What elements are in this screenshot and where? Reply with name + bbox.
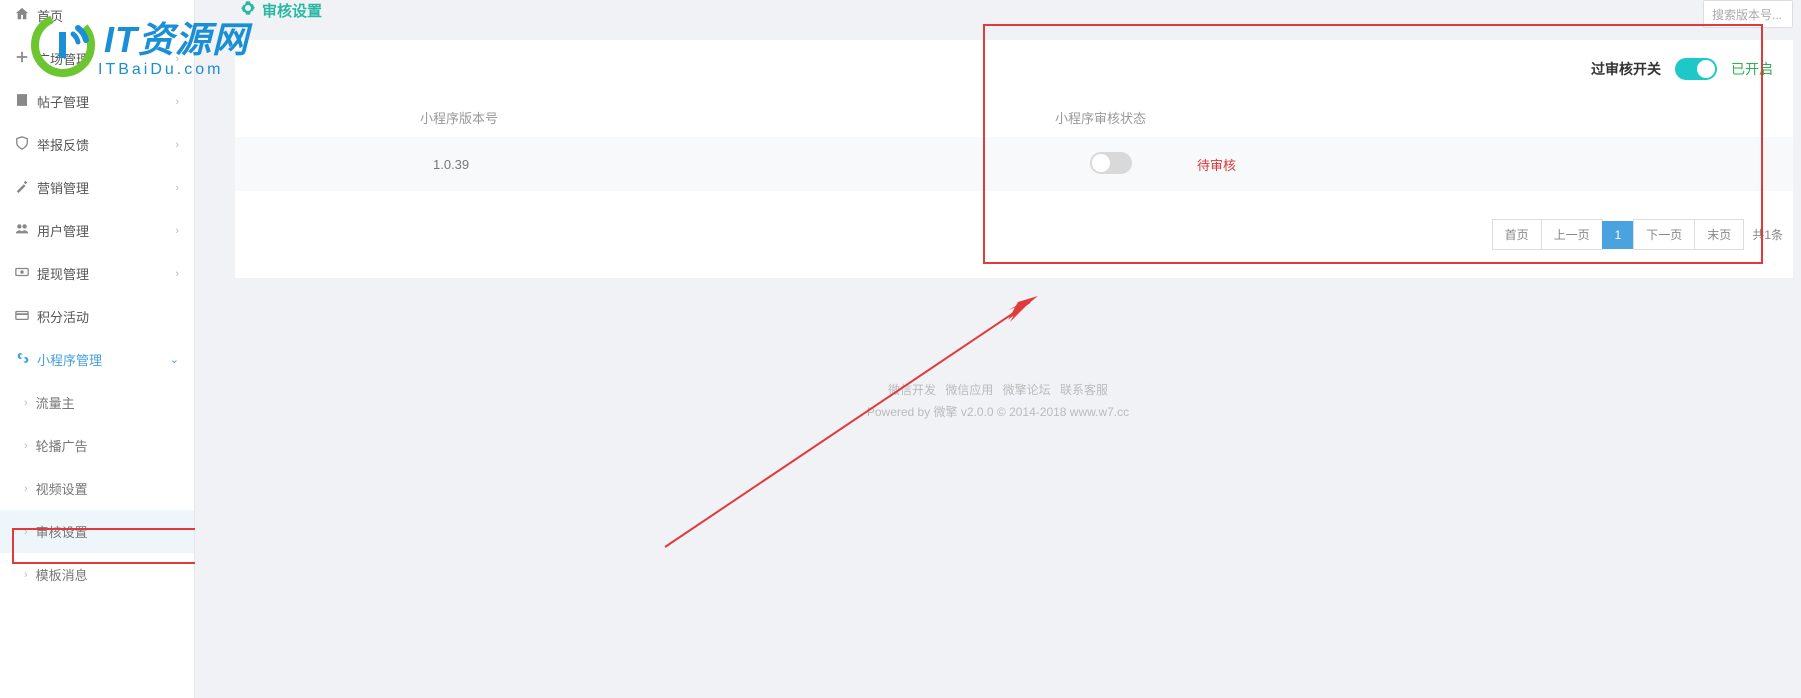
- sidebar-item-label: 积分活动: [37, 307, 179, 326]
- sidebar-sub-label: 审核设置: [36, 522, 88, 541]
- chevron-right-icon: ›: [175, 268, 179, 280]
- cell-status: 待审核: [1132, 155, 1236, 174]
- sidebar-item-users[interactable]: 用户管理 ›: [0, 209, 194, 252]
- footer-link[interactable]: 微擎论坛: [1003, 383, 1051, 397]
- chevron-down-icon: ⌄: [170, 353, 179, 366]
- sidebar-item-label: 提现管理: [37, 264, 175, 283]
- pager-next[interactable]: 下一页: [1633, 219, 1695, 250]
- pager-prev[interactable]: 上一页: [1541, 219, 1603, 250]
- audit-switch-label: 过审核开关: [1591, 59, 1661, 79]
- miniapp-icon: [15, 350, 37, 369]
- chevron-right-icon: ›: [175, 53, 179, 65]
- content-card: 过审核开关 已开启 小程序版本号 小程序审核状态 1.0.39 待审核 首页 上…: [235, 40, 1793, 278]
- table-row: 1.0.39 待审核: [235, 137, 1793, 191]
- main-content: 审核设置 搜索版本号... 过审核开关 已开启 小程序版本号 小程序审核状态 1…: [195, 0, 1801, 698]
- chevron-right-icon: ›: [24, 483, 28, 495]
- sidebar-item-label: 帖子管理: [37, 92, 175, 111]
- audit-switch-row: 过审核开关 已开启: [235, 40, 1793, 98]
- footer-link[interactable]: 联系客服: [1060, 383, 1108, 397]
- chevron-right-icon: ›: [175, 96, 179, 108]
- sidebar-sub-traffic[interactable]: › 流量主: [0, 381, 194, 424]
- chevron-right-icon: ›: [175, 225, 179, 237]
- footer-link[interactable]: 微信应用: [945, 383, 993, 397]
- sidebar-item-label: 用户管理: [37, 221, 175, 240]
- page-title: 审核设置: [195, 0, 322, 21]
- sidebar-item-marketing[interactable]: 营销管理 ›: [0, 166, 194, 209]
- gear-icon: [240, 0, 256, 21]
- shield-icon: [15, 136, 37, 153]
- cash-icon: [15, 265, 37, 282]
- audit-switch-status: 已开启: [1731, 59, 1773, 79]
- chevron-right-icon: ›: [175, 182, 179, 194]
- post-icon: [15, 93, 37, 110]
- column-header-version: 小程序版本号: [235, 108, 855, 127]
- pager-total: 共1条: [1752, 226, 1783, 243]
- footer-link[interactable]: 微信开发: [888, 383, 936, 397]
- sidebar-item-report[interactable]: 举报反馈 ›: [0, 123, 194, 166]
- sidebar-item-label: 举报反馈: [37, 135, 175, 154]
- sidebar-sub-audit[interactable]: › 审核设置: [0, 510, 194, 553]
- table-header: 小程序版本号 小程序审核状态: [235, 98, 1793, 137]
- square-icon: [15, 50, 37, 67]
- footer-links: 微信开发 微信应用 微擎论坛 联系客服: [195, 380, 1801, 402]
- search-input[interactable]: 搜索版本号...: [1703, 0, 1793, 28]
- page-title-text: 审核设置: [262, 0, 322, 21]
- sidebar-item-posts[interactable]: 帖子管理 ›: [0, 80, 194, 123]
- sidebar-item-points[interactable]: 积分活动: [0, 295, 194, 338]
- magic-icon: [15, 179, 37, 196]
- sidebar-sub-template[interactable]: › 模板消息: [0, 553, 194, 596]
- sidebar-sub-carousel[interactable]: › 轮播广告: [0, 424, 194, 467]
- sidebar-sub-label: 模板消息: [36, 565, 88, 584]
- search-placeholder: 搜索版本号...: [1712, 6, 1782, 23]
- chevron-right-icon: ›: [24, 569, 28, 581]
- audit-switch-toggle[interactable]: [1675, 58, 1717, 80]
- sidebar-sub-label: 流量主: [36, 393, 75, 412]
- sidebar-item-label: 广场管理: [37, 49, 175, 68]
- users-icon: [15, 222, 37, 239]
- sidebar-sub-video[interactable]: › 视频设置: [0, 467, 194, 510]
- footer: 微信开发 微信应用 微擎论坛 联系客服 Powered by 微擎 v2.0.0…: [195, 380, 1801, 423]
- sidebar-sub-label: 视频设置: [36, 479, 88, 498]
- chevron-right-icon: ›: [24, 397, 28, 409]
- pagination: 首页 上一页 1 下一页 末页 共1条: [235, 191, 1793, 278]
- credit-icon: [15, 308, 37, 325]
- row-status-toggle[interactable]: [1090, 152, 1132, 174]
- sidebar-item-home[interactable]: 首页: [0, 0, 194, 37]
- column-header-status: 小程序审核状态: [855, 108, 1146, 127]
- sidebar-item-label: 营销管理: [37, 178, 175, 197]
- cell-version: 1.0.39: [235, 157, 855, 172]
- pager-page-1[interactable]: 1: [1602, 221, 1635, 249]
- sidebar-item-square[interactable]: 广场管理 ›: [0, 37, 194, 80]
- sidebar-item-withdraw[interactable]: 提现管理 ›: [0, 252, 194, 295]
- sidebar: 首页 广场管理 › 帖子管理 › 举报反馈 › 营销管理 › 用户管理 ›: [0, 0, 195, 698]
- chevron-right-icon: ›: [175, 139, 179, 151]
- sidebar-item-miniapp[interactable]: 小程序管理 ⌄: [0, 338, 194, 381]
- footer-copyright: Powered by 微擎 v2.0.0 © 2014-2018 www.w7.…: [195, 402, 1801, 424]
- chevron-right-icon: ›: [24, 440, 28, 452]
- pager-last[interactable]: 末页: [1694, 219, 1744, 250]
- home-icon: [15, 7, 37, 24]
- sidebar-item-label: 首页: [37, 6, 179, 25]
- sidebar-item-label: 小程序管理: [37, 350, 170, 369]
- sidebar-sub-label: 轮播广告: [36, 436, 88, 455]
- pager-first[interactable]: 首页: [1492, 219, 1542, 250]
- chevron-right-icon: ›: [24, 526, 28, 538]
